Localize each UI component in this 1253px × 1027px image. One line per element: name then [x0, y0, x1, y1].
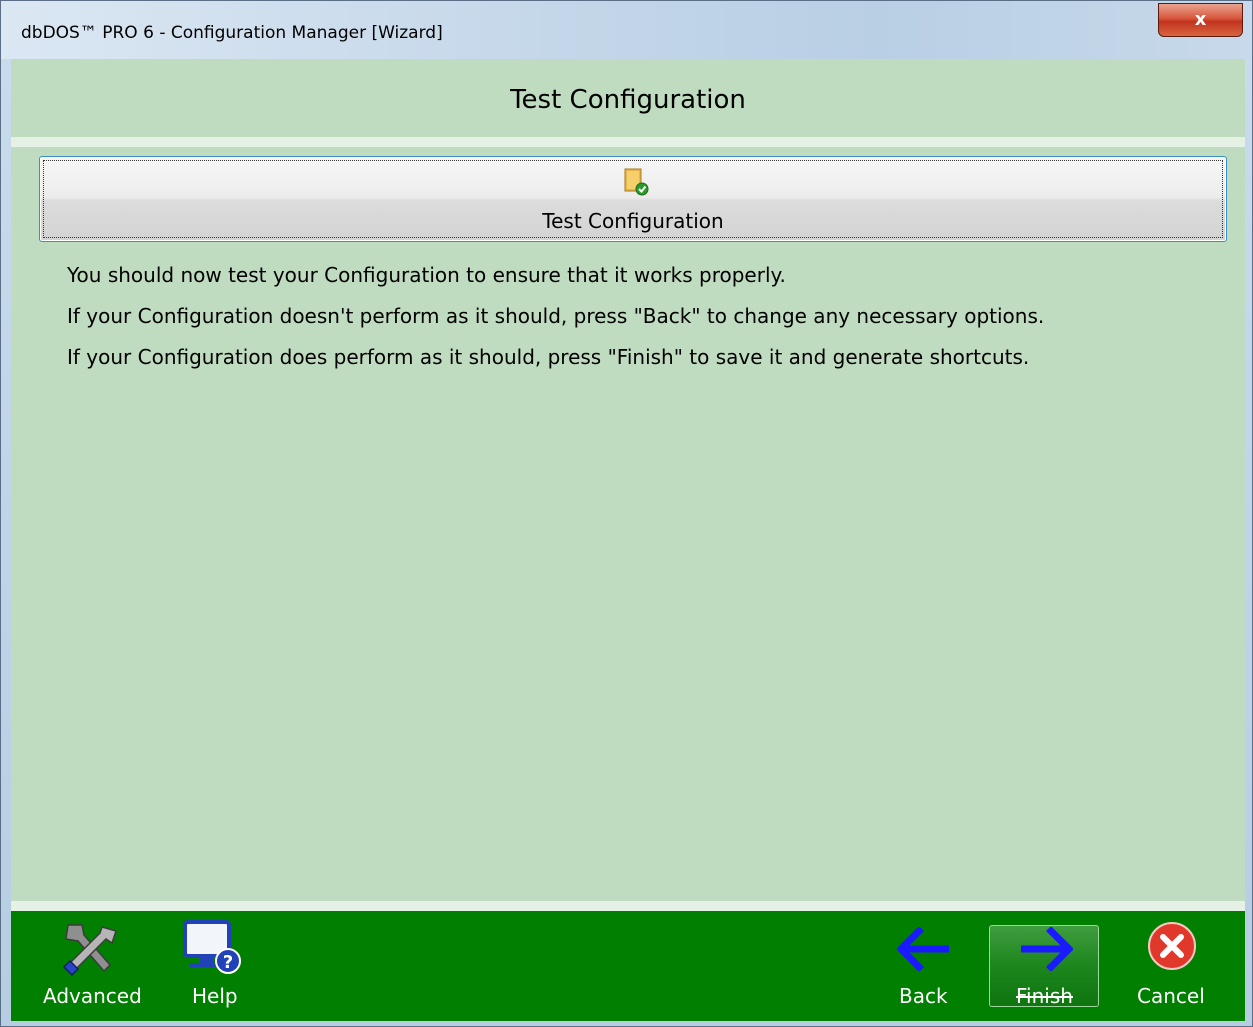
monitor-help-icon: ? — [183, 920, 241, 974]
app-window: dbDOS™ PRO 6 - Configuration Manager [Wi… — [0, 0, 1253, 1027]
test-configuration-button[interactable]: Test Configuration — [39, 156, 1227, 242]
footer-divider — [11, 901, 1245, 911]
help-button[interactable]: ? Help — [174, 911, 254, 1021]
finish-button[interactable]: Finish — [989, 911, 1099, 1021]
arrow-left-icon — [897, 927, 949, 971]
header-divider — [11, 137, 1245, 147]
arrow-right-icon — [1021, 927, 1073, 971]
finish-label: Finish — [1016, 984, 1073, 1008]
help-label: Help — [192, 984, 238, 1008]
advanced-label: Advanced — [43, 984, 142, 1008]
info-line-3: If your Configuration does perform as it… — [67, 345, 1030, 369]
wizard-header: Test Configuration — [11, 59, 1245, 137]
content-panel: Test Configuration You should now test y… — [31, 149, 1237, 901]
cancel-icon — [1148, 922, 1196, 970]
test-configuration-label: Test Configuration — [542, 209, 724, 233]
back-label: Back — [899, 984, 948, 1008]
cancel-button[interactable]: Cancel — [1127, 911, 1217, 1021]
title-bar[interactable]: dbDOS™ PRO 6 - Configuration Manager [Wi… — [1, 1, 1252, 59]
close-icon: x — [1194, 9, 1207, 30]
close-button[interactable]: x — [1158, 3, 1243, 37]
page-title: Test Configuration — [510, 85, 746, 115]
back-button[interactable]: Back — [887, 911, 967, 1021]
tools-icon — [62, 924, 117, 977]
window-title: dbDOS™ PRO 6 - Configuration Manager [Wi… — [21, 23, 443, 43]
info-line-1: You should now test your Configuration t… — [67, 263, 786, 287]
document-check-icon — [624, 168, 649, 196]
cancel-label: Cancel — [1137, 984, 1205, 1008]
info-line-2: If your Configuration doesn't perform as… — [67, 304, 1045, 328]
wizard-client-area: Test Configuration Test Configuration Yo… — [11, 59, 1245, 1021]
svg-text:?: ? — [223, 952, 233, 973]
advanced-button[interactable]: Advanced — [33, 911, 143, 1021]
wizard-footer: Advanced ? Help Back Finish Cancel — [11, 911, 1245, 1021]
